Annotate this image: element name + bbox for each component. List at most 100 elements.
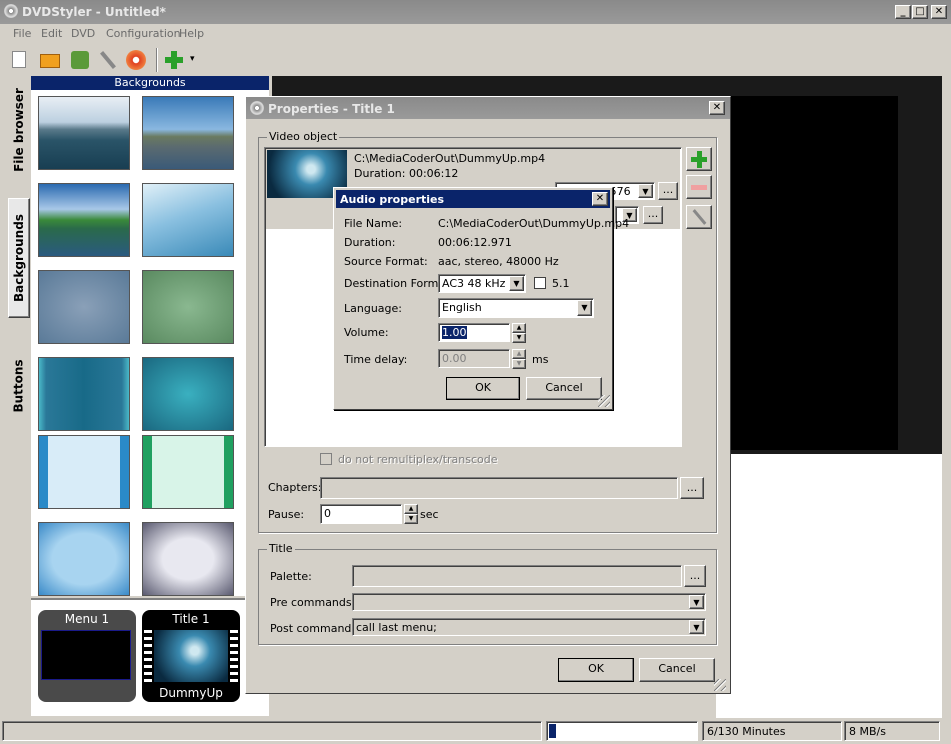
destination-format-combo[interactable]: AC3 48 kHz ▼ bbox=[438, 274, 526, 293]
menu-configuration[interactable]: Configuration bbox=[106, 27, 181, 40]
source-format-label: Source Format: bbox=[344, 255, 428, 268]
duration-label: Duration: bbox=[344, 236, 396, 249]
audio-options-button[interactable]: ... bbox=[643, 206, 663, 224]
chapters-browse-button[interactable]: ... bbox=[680, 477, 704, 499]
wrench-icon bbox=[692, 209, 707, 225]
background-thumbnail[interactable] bbox=[38, 96, 130, 170]
resize-grip-icon[interactable] bbox=[714, 679, 726, 691]
volume-spin-up[interactable]: ▲ bbox=[512, 323, 526, 333]
pause-unit: sec bbox=[420, 508, 439, 521]
statusbar: 6/130 Minutes 8 MB/s bbox=[0, 718, 951, 744]
palette-browse-button[interactable]: ... bbox=[684, 565, 706, 587]
backgrounds-header: Backgrounds bbox=[31, 76, 269, 90]
chevron-down-icon[interactable]: ▼ bbox=[577, 300, 592, 316]
background-thumbnail[interactable] bbox=[38, 357, 130, 431]
properties-cancel-button[interactable]: Cancel bbox=[639, 658, 715, 682]
pause-spin-down[interactable]: ▼ bbox=[404, 514, 418, 524]
menu-file[interactable]: File bbox=[13, 27, 31, 40]
add-object-button[interactable] bbox=[686, 147, 712, 171]
edit-object-button[interactable] bbox=[686, 205, 712, 229]
title-preview bbox=[154, 630, 228, 682]
menu-thumbnail[interactable]: Menu 1 bbox=[38, 610, 136, 702]
time-delay-field[interactable]: 0.00 bbox=[438, 349, 510, 368]
menu-dvd[interactable]: DVD bbox=[71, 27, 95, 40]
title-thumbnail[interactable]: Title 1 DummyUp bbox=[142, 610, 240, 702]
pause-field[interactable]: 0 bbox=[320, 504, 402, 524]
time-delay-unit: ms bbox=[532, 353, 549, 366]
add-dropdown-arrow[interactable]: ▾ bbox=[190, 54, 195, 64]
time-delay-value: 0.00 bbox=[442, 352, 467, 365]
window-titlebar: DVDStyler - Untitled* _ □ ✕ bbox=[0, 0, 951, 24]
surround-checkbox[interactable] bbox=[534, 277, 546, 289]
duration-value: 00:06:12.971 bbox=[438, 236, 512, 249]
background-thumbnail[interactable] bbox=[38, 435, 130, 509]
tab-backgrounds-label: Backgrounds bbox=[12, 214, 27, 302]
properties-ok-button[interactable]: OK bbox=[558, 658, 634, 682]
audio-close-button[interactable]: ✕ bbox=[592, 192, 608, 206]
pre-commands-combo[interactable]: ▼ bbox=[352, 593, 706, 611]
tab-file-browser[interactable]: File browser bbox=[8, 80, 30, 180]
menu-edit[interactable]: Edit bbox=[41, 27, 62, 40]
audio-ok-button[interactable]: OK bbox=[446, 377, 520, 400]
chevron-down-icon[interactable]: ▼ bbox=[638, 184, 653, 198]
video-format-options-button[interactable]: ... bbox=[658, 182, 678, 200]
menubar: File Edit DVD Configuration Help bbox=[0, 24, 951, 44]
minimize-button[interactable]: _ bbox=[895, 5, 911, 19]
menu-help[interactable]: Help bbox=[179, 27, 204, 40]
tab-buttons[interactable]: Buttons bbox=[8, 346, 30, 426]
chevron-down-icon[interactable]: ▼ bbox=[689, 620, 704, 634]
save-icon[interactable] bbox=[68, 49, 92, 71]
audio-dialog-title: Audio properties bbox=[340, 193, 445, 206]
properties-close-button[interactable]: ✕ bbox=[709, 101, 725, 115]
background-thumbnail[interactable] bbox=[142, 183, 234, 257]
file-name-label: File Name: bbox=[344, 217, 403, 230]
palette-field[interactable] bbox=[352, 565, 682, 587]
chevron-down-icon[interactable]: ▼ bbox=[689, 595, 704, 609]
background-thumbnail[interactable] bbox=[38, 270, 130, 344]
add-icon[interactable] bbox=[162, 49, 186, 71]
burn-icon[interactable] bbox=[124, 49, 148, 71]
background-thumbnail[interactable] bbox=[38, 522, 130, 596]
pause-spin-up[interactable]: ▲ bbox=[404, 504, 418, 514]
palette-label: Palette: bbox=[270, 570, 312, 583]
maximize-button[interactable]: □ bbox=[912, 5, 928, 19]
title-group-label: Title bbox=[267, 542, 295, 555]
close-button[interactable]: ✕ bbox=[931, 5, 947, 19]
menu-editor-background bbox=[730, 96, 898, 450]
volume-spin-down[interactable]: ▼ bbox=[512, 333, 526, 343]
pause-label: Pause: bbox=[268, 508, 305, 521]
tab-file-browser-label: File browser bbox=[12, 88, 26, 172]
chevron-down-icon[interactable]: ▼ bbox=[509, 276, 524, 291]
remux-label: do not remultiplex/transcode bbox=[338, 453, 498, 466]
background-thumbnail[interactable] bbox=[142, 435, 234, 509]
post-commands-combo[interactable]: call last menu; ▼ bbox=[352, 618, 706, 636]
background-thumbnail[interactable] bbox=[142, 522, 234, 596]
language-combo[interactable]: English ▼ bbox=[438, 298, 594, 318]
chapters-label: Chapters: bbox=[268, 481, 322, 494]
background-thumbnail[interactable] bbox=[38, 183, 130, 257]
film-strip-right bbox=[230, 630, 238, 682]
dialog-icon bbox=[250, 101, 264, 115]
settings-icon[interactable] bbox=[96, 49, 120, 71]
new-icon[interactable] bbox=[8, 49, 32, 71]
volume-field[interactable]: 1.00 bbox=[438, 323, 510, 342]
side-tabs: File browser Backgrounds Buttons bbox=[0, 76, 31, 718]
video-duration: Duration: 00:06:12 bbox=[354, 167, 459, 180]
delay-spin-up[interactable]: ▲ bbox=[512, 349, 526, 359]
disk-usage-bar bbox=[546, 721, 698, 741]
menu-thumbnail-label: Menu 1 bbox=[64, 612, 110, 626]
minutes-label: 6/130 Minutes bbox=[702, 721, 842, 741]
delay-spin-down[interactable]: ▼ bbox=[512, 359, 526, 369]
chapters-field[interactable] bbox=[320, 477, 678, 499]
background-thumbnail[interactable] bbox=[142, 270, 234, 344]
remux-checkbox[interactable] bbox=[320, 453, 332, 465]
audio-cancel-button[interactable]: Cancel bbox=[526, 377, 602, 400]
background-thumbnail[interactable] bbox=[142, 357, 234, 431]
open-icon[interactable] bbox=[38, 49, 62, 71]
background-thumbnail[interactable] bbox=[142, 96, 234, 170]
tab-backgrounds[interactable]: Backgrounds bbox=[8, 198, 30, 318]
title-thumbnail-sub: DummyUp bbox=[159, 686, 223, 700]
audio-resize-grip-icon[interactable] bbox=[598, 395, 610, 407]
remove-object-button[interactable] bbox=[686, 175, 712, 199]
post-commands-value: call last menu; bbox=[356, 621, 437, 634]
